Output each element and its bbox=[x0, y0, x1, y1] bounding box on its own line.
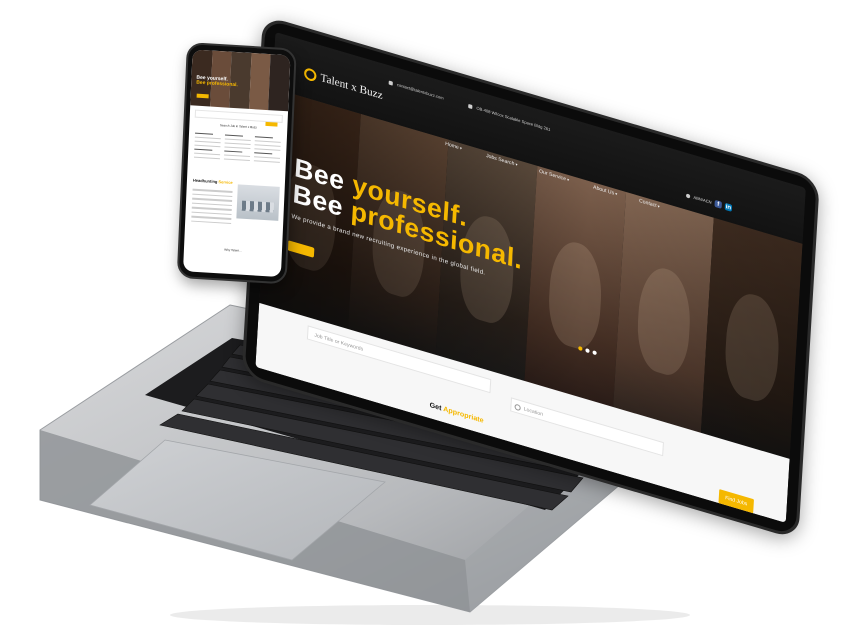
phone-screen: Bee yourself. Bee professional. Search J… bbox=[183, 49, 291, 278]
phone-text: ABN/ACN bbox=[693, 194, 712, 205]
carousel-dot[interactable] bbox=[578, 345, 583, 352]
device-mockup-scene: Talent x Buzz contact@talentxbuzz.com OB… bbox=[0, 0, 844, 627]
phone-section-text bbox=[191, 186, 233, 227]
bee-logo-icon bbox=[303, 66, 317, 83]
contact-email[interactable]: contact@talentxbuzz.com bbox=[388, 80, 444, 101]
linkedin-icon[interactable]: in bbox=[724, 202, 733, 212]
phone-job-column bbox=[193, 130, 221, 180]
phone-job-column bbox=[223, 131, 251, 181]
phone-job-columns bbox=[193, 130, 281, 183]
phone-search-input[interactable] bbox=[194, 109, 283, 123]
phone-job-column bbox=[253, 133, 281, 183]
section-title-highlight: Appropriate bbox=[442, 405, 484, 425]
mail-icon bbox=[388, 80, 393, 86]
phone-section-title-highlight: Service bbox=[218, 179, 233, 186]
phone-team-photo bbox=[236, 184, 280, 221]
phone-icon bbox=[686, 192, 691, 199]
site-logo[interactable]: Talent x Buzz bbox=[303, 66, 383, 102]
phone-section-title-prefix: Headhunting bbox=[192, 177, 219, 185]
phone-cta-button[interactable] bbox=[196, 93, 209, 99]
carousel-dot[interactable] bbox=[592, 350, 597, 356]
find-jobs-button[interactable]: Find Jobs bbox=[718, 489, 754, 514]
email-text: contact@talentxbuzz.com bbox=[396, 81, 444, 101]
location-icon bbox=[468, 103, 473, 109]
section-title: Get Appropriate bbox=[429, 402, 484, 425]
contact-address: OB-408 Wilcox Scalable Space Bldg 261 bbox=[468, 103, 551, 133]
section-title-prefix: Get bbox=[429, 401, 444, 413]
logo-text: Talent x Buzz bbox=[320, 71, 383, 102]
phone-hero-strip bbox=[268, 54, 291, 112]
facebook-icon[interactable]: f bbox=[714, 199, 722, 209]
address-text: OB-408 Wilcox Scalable Space Bldg 261 bbox=[476, 105, 551, 133]
location-placeholder: Location bbox=[523, 406, 544, 418]
carousel-dot[interactable] bbox=[585, 348, 590, 354]
social-links: ABN/ACN f in bbox=[686, 191, 733, 212]
phone-section-title: Headhunting Service bbox=[193, 178, 233, 185]
search-icon bbox=[514, 403, 521, 412]
phone-why-title: Why Talent... bbox=[224, 247, 242, 253]
phone-hero-strip bbox=[248, 52, 271, 111]
phone-device: Bee yourself. Bee professional. Search J… bbox=[176, 42, 297, 285]
